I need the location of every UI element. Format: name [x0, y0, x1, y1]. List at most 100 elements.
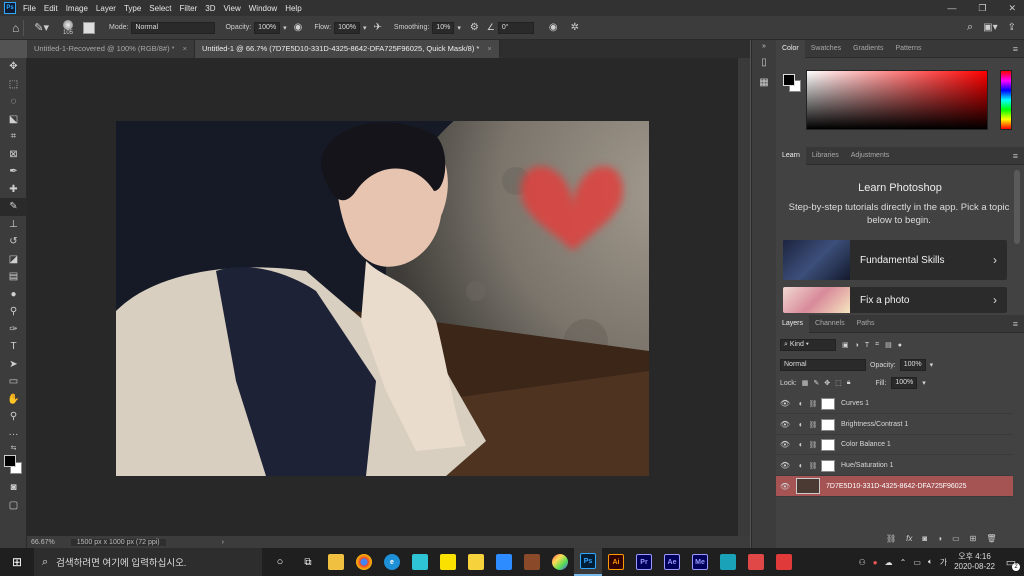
- adjustment-icon[interactable]: ◑: [937, 534, 942, 543]
- app-color-icon[interactable]: [546, 548, 574, 576]
- opacity-field[interactable]: 100%: [254, 21, 281, 34]
- photoshop-taskbar-icon[interactable]: Ps: [574, 548, 602, 576]
- premiere-taskbar-icon[interactable]: Pr: [630, 548, 658, 576]
- chain-icon[interactable]: ⛓︎: [808, 421, 818, 429]
- ime-icon[interactable]: 가: [940, 557, 947, 568]
- lock-all-icon[interactable]: 🔒︎: [847, 379, 851, 387]
- workspace-icon[interactable]: ▣▾: [983, 22, 997, 33]
- tab-swatches[interactable]: Swatches: [805, 40, 847, 58]
- path-select-icon[interactable]: ➤: [0, 356, 27, 374]
- show-hidden-icons[interactable]: ⌃: [900, 558, 907, 567]
- lasso-tool-icon[interactable]: ◌: [0, 93, 27, 111]
- blur-tool-icon[interactable]: ●: [0, 286, 27, 304]
- taskbar-search-input[interactable]: 검색하려면 여기에 입력하십시오.: [56, 555, 186, 569]
- chevron-down-icon[interactable]: ▾: [922, 379, 926, 387]
- move-tool-icon[interactable]: ✥: [0, 58, 27, 76]
- minimize-button[interactable]: —: [947, 3, 956, 14]
- link-icon[interactable]: ⛓︎: [886, 534, 896, 543]
- new-layer-icon[interactable]: ⊞: [970, 534, 977, 543]
- color-fg-swatch[interactable]: [783, 74, 795, 86]
- layer-row[interactable]: 👁︎ ◐ ⛓︎ Curves 1: [776, 394, 1013, 414]
- flow-field[interactable]: 100%: [334, 21, 360, 34]
- task-view-icon[interactable]: ⧉: [294, 548, 322, 576]
- menu-filter[interactable]: Filter: [180, 4, 198, 13]
- hand-tool-icon[interactable]: ✋: [0, 391, 27, 409]
- fx-icon[interactable]: fx: [906, 534, 912, 543]
- status-arrow-icon[interactable]: ›: [222, 539, 224, 546]
- clock[interactable]: 오후 4:16 2020-08-22: [954, 552, 995, 572]
- shape-filter-icon[interactable]: ⌗: [875, 341, 879, 349]
- people-icon[interactable]: ⚇: [859, 558, 866, 567]
- panel-menu-icon[interactable]: ≡: [1013, 151, 1018, 161]
- color-picker-field[interactable]: [806, 70, 988, 130]
- eye-icon[interactable]: 👁︎: [776, 420, 794, 429]
- app-red-icon[interactable]: [742, 548, 770, 576]
- chevron-down-icon[interactable]: ▾: [283, 24, 287, 32]
- brush-settings-icon[interactable]: [83, 21, 96, 34]
- lock-image-icon[interactable]: ✎: [813, 379, 819, 387]
- home-icon[interactable]: ⌂: [12, 21, 19, 35]
- menu-edit[interactable]: Edit: [44, 4, 58, 13]
- learn-scrollbar[interactable]: [1014, 170, 1020, 244]
- tray-app-icon[interactable]: ●: [873, 558, 878, 567]
- tab-color[interactable]: Color: [776, 39, 805, 58]
- menu-type[interactable]: Type: [124, 4, 141, 13]
- panel-menu-icon[interactable]: ≡: [1013, 319, 1018, 329]
- cortana-icon[interactable]: ○: [266, 548, 294, 576]
- tab-patterns[interactable]: Patterns: [889, 40, 927, 58]
- properties-panel-icon[interactable]: ▦: [752, 72, 776, 92]
- mode-select[interactable]: Normal: [131, 21, 216, 34]
- app-game-icon[interactable]: [518, 548, 546, 576]
- crop-tool-icon[interactable]: ⌗: [0, 128, 27, 146]
- pressure-size-icon[interactable]: ◉: [549, 22, 558, 33]
- menu-3d[interactable]: 3D: [205, 4, 215, 13]
- smart-object-filter-icon[interactable]: ▤: [885, 341, 892, 349]
- cloud-icon[interactable]: ☁: [885, 558, 893, 567]
- layer-mask-thumbnail[interactable]: [821, 438, 835, 451]
- lock-transparent-icon[interactable]: ▦: [802, 379, 809, 387]
- edge-icon[interactable]: e: [378, 548, 406, 576]
- sticky-notes-icon[interactable]: [462, 548, 490, 576]
- windows-start-icon[interactable]: ⊞: [0, 548, 34, 576]
- chrome-icon[interactable]: [350, 548, 378, 576]
- screen-mode-icon[interactable]: ▢: [0, 497, 27, 515]
- clone-stamp-icon[interactable]: ⊥: [0, 216, 27, 234]
- tab-untitled-1[interactable]: Untitled-1 @ 66.7% (7D7E5D10-331D-4325-8…: [194, 40, 500, 58]
- frame-tool-icon[interactable]: ⊠: [0, 146, 27, 164]
- menu-file[interactable]: File: [23, 4, 36, 13]
- layer-row[interactable]: 👁︎ ◐ ⛓︎ Brightness/Contrast 1: [776, 415, 1013, 435]
- history-panel-icon[interactable]: ▯: [752, 52, 776, 72]
- chevron-down-icon[interactable]: ▾: [363, 24, 367, 32]
- notification-center-icon[interactable]: ▭ 2: [1002, 556, 1020, 571]
- lock-position-icon[interactable]: ✥: [824, 379, 830, 387]
- history-brush-icon[interactable]: ↺: [0, 233, 27, 251]
- gradient-tool-icon[interactable]: ▤: [0, 268, 27, 286]
- app-teal-icon[interactable]: [714, 548, 742, 576]
- lock-artboard-icon[interactable]: ⬚: [835, 379, 842, 387]
- marquee-tool-icon[interactable]: ⬚: [0, 76, 27, 94]
- illustrator-taskbar-icon[interactable]: Ai: [602, 548, 630, 576]
- menu-window[interactable]: Window: [249, 4, 277, 13]
- layer-mask-thumbnail[interactable]: [821, 397, 835, 410]
- mask-icon[interactable]: ◙: [922, 534, 927, 543]
- tab-gradients[interactable]: Gradients: [847, 40, 889, 58]
- zoom-level[interactable]: 66.67%: [31, 539, 55, 546]
- search-icon[interactable]: ⌕: [967, 21, 973, 34]
- chain-icon[interactable]: ⛓︎: [808, 400, 818, 408]
- smoothing-field[interactable]: 10%: [432, 21, 455, 34]
- pressure-opacity-icon[interactable]: ◉: [294, 22, 303, 33]
- tab-learn[interactable]: Learn: [776, 146, 806, 165]
- layer-opacity-field[interactable]: 100%: [899, 359, 926, 371]
- document-canvas[interactable]: [116, 121, 649, 476]
- trash-icon[interactable]: 🗑︎: [986, 534, 996, 543]
- blend-mode-select[interactable]: Normal: [780, 359, 866, 371]
- panel-menu-icon[interactable]: ≡: [1013, 44, 1018, 54]
- tab-paths[interactable]: Paths: [851, 315, 881, 333]
- close-icon[interactable]: ×: [487, 44, 491, 53]
- zoom-app-icon[interactable]: [490, 548, 518, 576]
- chevron-down-icon[interactable]: ▾: [930, 361, 934, 369]
- pixel-filter-icon[interactable]: ▣: [842, 341, 849, 349]
- vertical-scrollbar[interactable]: [738, 58, 750, 536]
- layer-mask-thumbnail[interactable]: [821, 418, 835, 431]
- kakaotalk-icon[interactable]: [434, 548, 462, 576]
